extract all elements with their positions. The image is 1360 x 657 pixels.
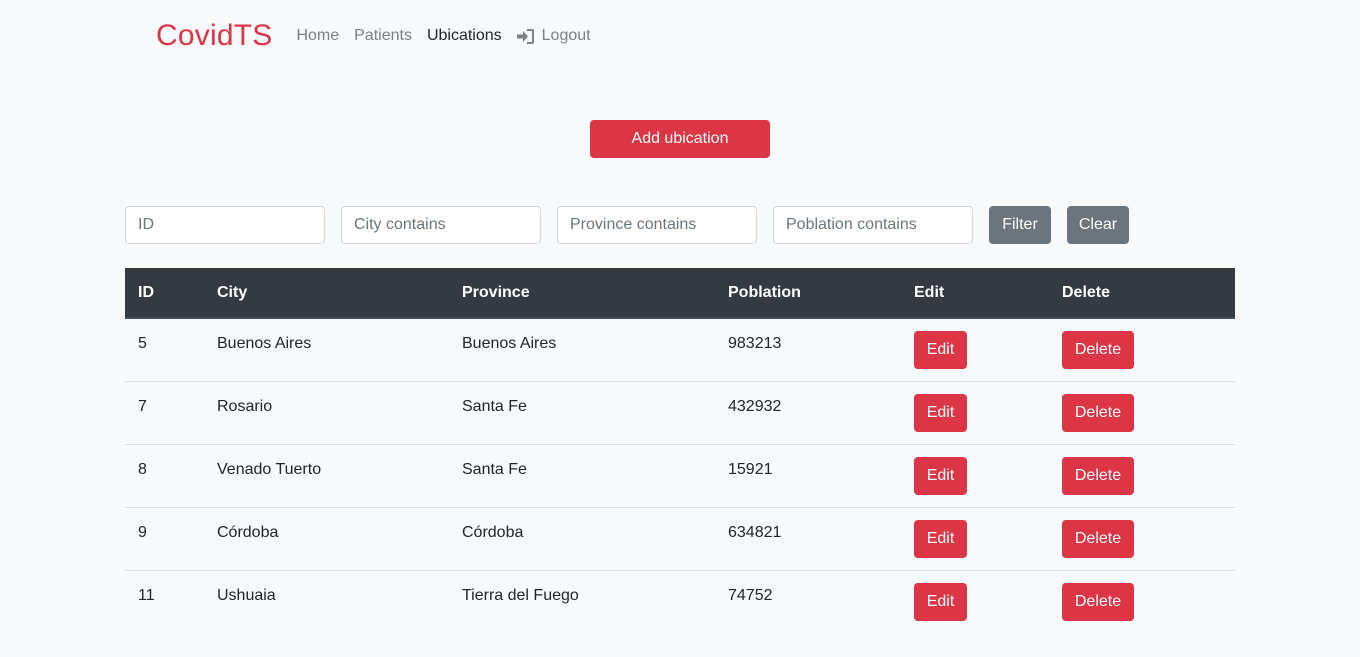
cell-province: Buenos Aires bbox=[462, 335, 557, 352]
cell-province: Córdoba bbox=[462, 523, 524, 541]
filter-bar: Filter Clear bbox=[125, 206, 1129, 244]
cell-city: Buenos Aires bbox=[217, 335, 312, 352]
table-header-row: ID City Province Poblation Edit Delete bbox=[125, 268, 1235, 318]
cell-city: Venado Tuerto bbox=[217, 460, 322, 478]
header-city: City bbox=[217, 283, 248, 301]
cell-delete: Delete bbox=[1049, 444, 1235, 507]
cell-id: 11 bbox=[138, 586, 155, 604]
table-row: 9 Córdoba Córdoba 634821 Edit Delete bbox=[125, 507, 1235, 570]
cell-edit: Edit bbox=[901, 318, 1049, 381]
cell-province: Santa Fe bbox=[462, 397, 527, 415]
edit-button[interactable]: Edit bbox=[914, 393, 967, 432]
edit-button[interactable]: Edit bbox=[914, 519, 967, 558]
header-province: Province bbox=[462, 283, 530, 301]
cell-poblation: 983213 bbox=[728, 335, 782, 352]
cell-city: Rosario bbox=[217, 397, 273, 415]
navbar: CovidTS Home Patients Ubications Logout bbox=[156, 14, 606, 58]
cell-poblation: 432932 bbox=[728, 397, 782, 415]
add-ubication-button[interactable]: Add ubication bbox=[590, 120, 770, 158]
delete-button[interactable]: Delete bbox=[1062, 331, 1134, 369]
clear-button[interactable]: Clear bbox=[1067, 206, 1129, 244]
cell-id: 5 bbox=[138, 335, 147, 352]
header-edit: Edit bbox=[914, 283, 945, 301]
header-delete: Delete bbox=[1062, 283, 1111, 301]
poblation-filter-input[interactable] bbox=[773, 206, 973, 244]
sign-in-icon bbox=[516, 28, 534, 44]
cell-province: Tierra del Fuego bbox=[462, 586, 579, 604]
cell-edit: Edit bbox=[901, 507, 1049, 570]
cell-id: 9 bbox=[138, 523, 147, 541]
cell-edit: Edit bbox=[901, 444, 1049, 507]
header-id: ID bbox=[138, 283, 154, 301]
cell-poblation: 74752 bbox=[728, 586, 773, 604]
cell-id: 7 bbox=[138, 397, 147, 415]
logout-label: Logout bbox=[541, 27, 591, 44]
cell-delete: Delete bbox=[1049, 507, 1235, 570]
cell-city: Ushuaia bbox=[217, 586, 276, 604]
cell-edit: Edit bbox=[901, 381, 1049, 444]
cell-delete: Delete bbox=[1049, 570, 1235, 633]
ubications-table: ID City Province Poblation Edit Delete 5… bbox=[125, 268, 1235, 633]
cell-poblation: 634821 bbox=[728, 523, 782, 541]
nav-link-logout[interactable]: Logout bbox=[516, 27, 591, 45]
nav-link-ubications[interactable]: Ubications bbox=[427, 27, 502, 45]
edit-button[interactable]: Edit bbox=[914, 456, 967, 495]
delete-button[interactable]: Delete bbox=[1062, 582, 1134, 621]
delete-button[interactable]: Delete bbox=[1062, 456, 1134, 495]
nav-link-patients[interactable]: Patients bbox=[354, 27, 412, 45]
cell-province: Santa Fe bbox=[462, 460, 527, 478]
cell-edit: Edit bbox=[901, 570, 1049, 633]
province-filter-input[interactable] bbox=[557, 206, 757, 244]
table-row: 7 Rosario Santa Fe 432932 Edit Delete bbox=[125, 381, 1235, 444]
delete-button[interactable]: Delete bbox=[1062, 519, 1134, 558]
edit-button[interactable]: Edit bbox=[914, 331, 967, 369]
cell-delete: Delete bbox=[1049, 318, 1235, 381]
brand-logo[interactable]: CovidTS bbox=[156, 19, 272, 53]
table-row: 11 Ushuaia Tierra del Fuego 74752 Edit D… bbox=[125, 570, 1235, 633]
cell-delete: Delete bbox=[1049, 381, 1235, 444]
cell-id: 8 bbox=[138, 460, 147, 478]
table-row: 5 Buenos Aires Buenos Aires 983213 Edit … bbox=[125, 318, 1235, 381]
city-filter-input[interactable] bbox=[341, 206, 541, 244]
id-filter-input[interactable] bbox=[125, 206, 325, 244]
cell-city: Córdoba bbox=[217, 523, 279, 541]
filter-button[interactable]: Filter bbox=[989, 206, 1051, 244]
edit-button[interactable]: Edit bbox=[914, 582, 967, 621]
cell-poblation: 15921 bbox=[728, 460, 773, 478]
nav-link-home[interactable]: Home bbox=[296, 27, 339, 45]
table-row: 8 Venado Tuerto Santa Fe 15921 Edit Dele… bbox=[125, 444, 1235, 507]
header-poblation: Poblation bbox=[728, 283, 801, 301]
delete-button[interactable]: Delete bbox=[1062, 393, 1134, 432]
